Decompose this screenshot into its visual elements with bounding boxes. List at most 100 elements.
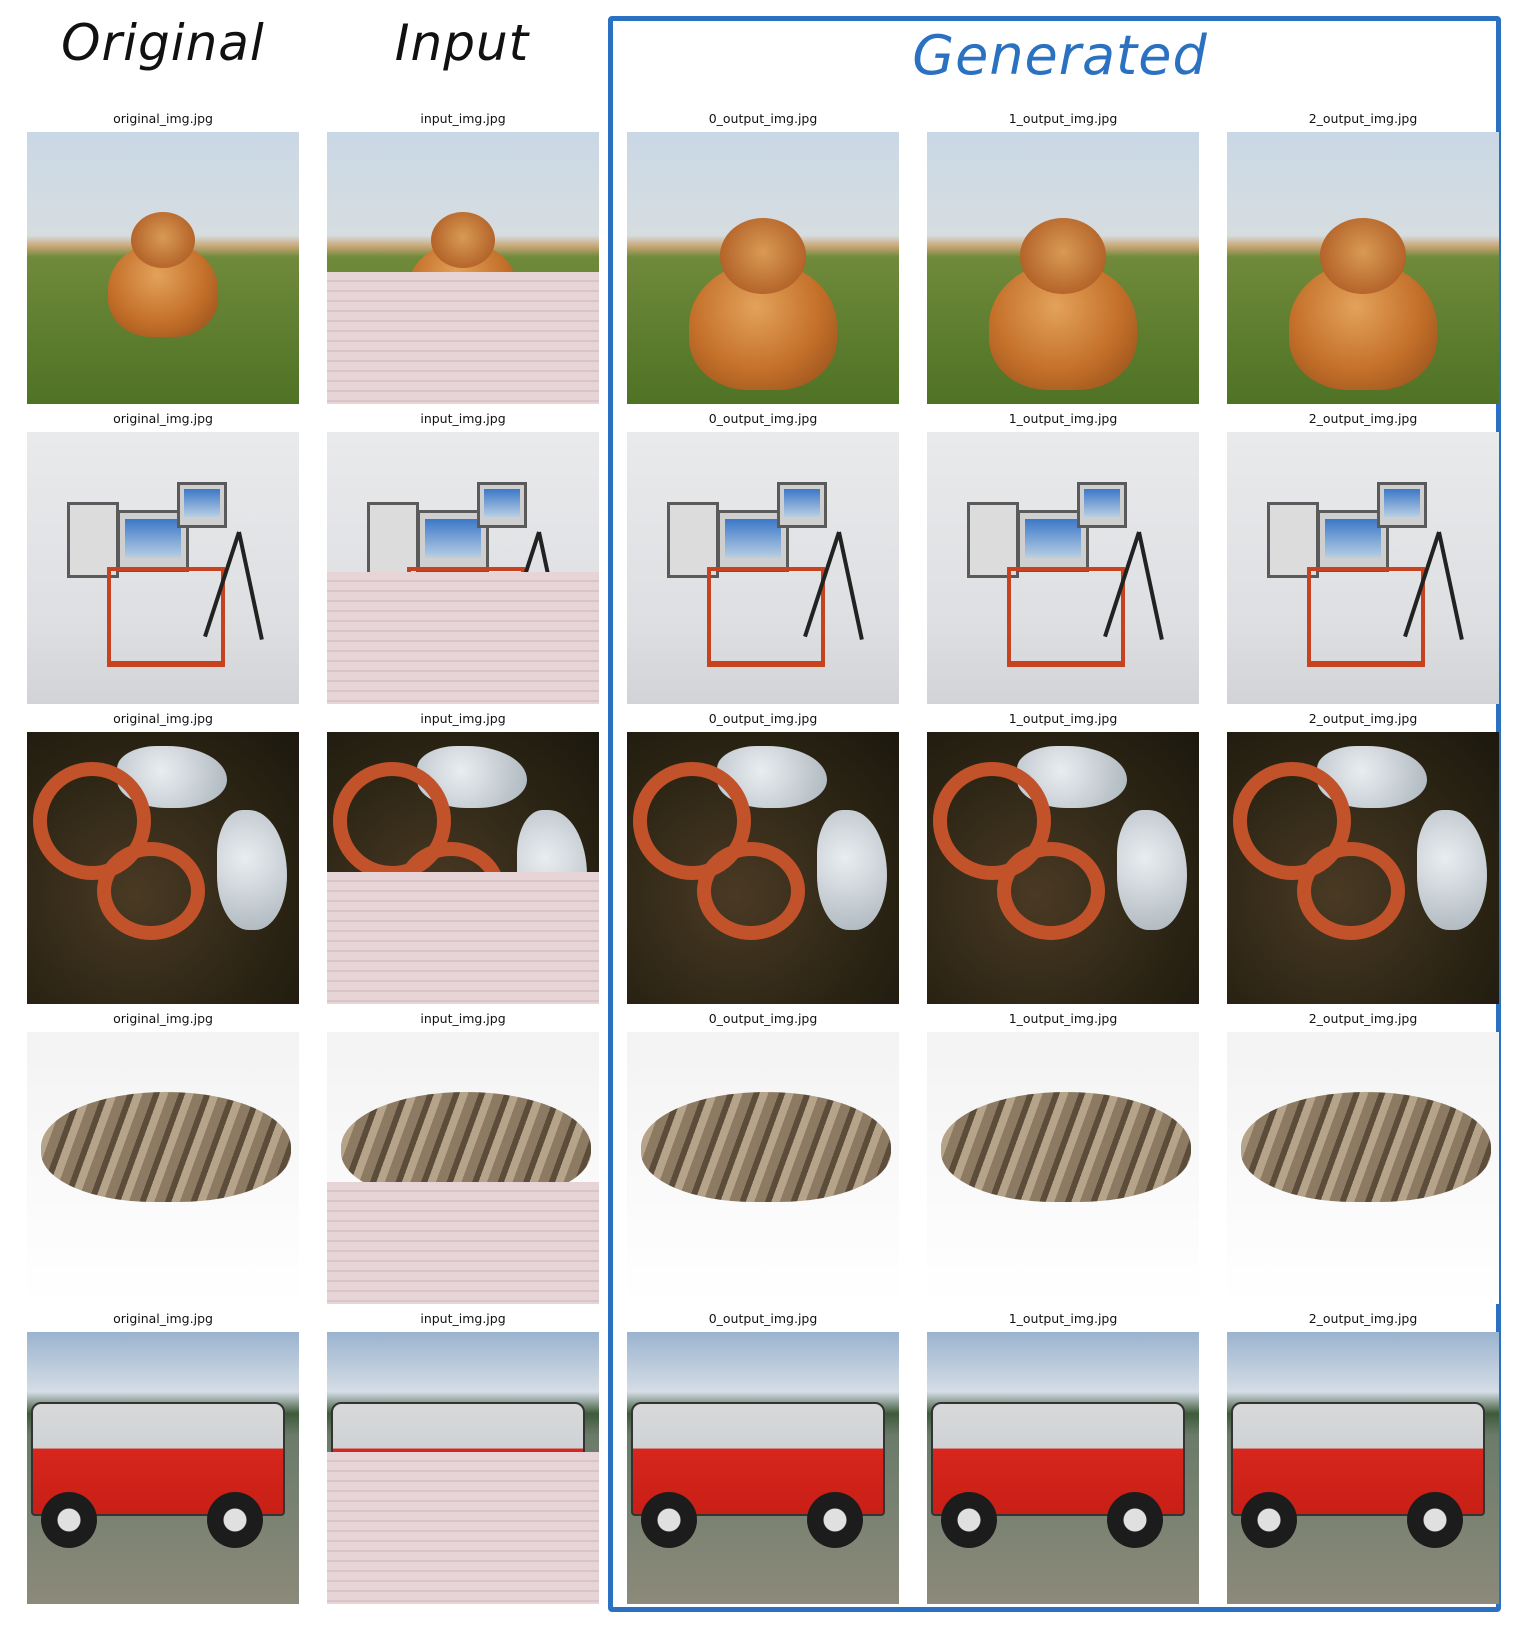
image-caption: original_img.jpg xyxy=(113,1011,213,1026)
image-cell-output-0: 0_output_img.jpg xyxy=(627,1010,899,1304)
worm-coil xyxy=(997,842,1105,940)
worm-image xyxy=(27,732,299,1004)
input-column-header: Input xyxy=(394,14,530,72)
image-cell-original: original_img.jpg xyxy=(27,710,299,1004)
image-cell-input: input_img.jpg xyxy=(327,110,599,404)
image-caption: 1_output_img.jpg xyxy=(1008,1311,1118,1326)
truck-image xyxy=(927,1332,1199,1604)
image-cell-original: original_img.jpg xyxy=(27,1310,299,1604)
cat-image xyxy=(627,1032,899,1304)
image-caption: 1_output_img.jpg xyxy=(1008,111,1118,126)
image-caption: 2_output_img.jpg xyxy=(1308,1011,1418,1026)
crt-monitor xyxy=(1077,482,1127,528)
tripod-leg xyxy=(237,531,264,641)
truck-wheel xyxy=(1407,1492,1463,1548)
crt-monitor xyxy=(777,482,827,528)
truck-image xyxy=(1227,1332,1499,1604)
image-cell-original: original_img.jpg xyxy=(27,410,299,704)
image-caption: 2_output_img.jpg xyxy=(1308,411,1418,426)
image-cell-original: original_img.jpg xyxy=(27,1010,299,1304)
truck-image xyxy=(27,1332,299,1604)
image-caption: original_img.jpg xyxy=(113,711,213,726)
tripod-leg xyxy=(1437,531,1464,641)
cat-body xyxy=(941,1092,1191,1202)
image-caption: 2_output_img.jpg xyxy=(1308,711,1418,726)
image-caption: input_img.jpg xyxy=(420,1011,506,1026)
image-caption: 1_output_img.jpg xyxy=(1008,411,1118,426)
tripod-leg xyxy=(837,531,864,641)
original-column-header: Original xyxy=(61,14,265,72)
tripod-leg xyxy=(1137,531,1164,641)
truck-wheel xyxy=(641,1492,697,1548)
masked-region xyxy=(327,572,599,704)
truck-wheel xyxy=(207,1492,263,1548)
image-cell-input: input_img.jpg xyxy=(327,710,599,1004)
dog-image xyxy=(327,132,599,404)
image-cell-output-0: 0_output_img.jpg xyxy=(627,710,899,1004)
rock xyxy=(1117,810,1187,930)
image-cell-output-1: 1_output_img.jpg xyxy=(927,110,1199,404)
equipment-cart xyxy=(707,567,825,667)
equipment-cart xyxy=(107,567,225,667)
image-cell-output-1: 1_output_img.jpg xyxy=(927,410,1199,704)
cat-image xyxy=(927,1032,1199,1304)
cat-body xyxy=(1241,1092,1491,1202)
crt-monitor xyxy=(1377,482,1427,528)
cat-image xyxy=(1227,1032,1499,1304)
dog-head xyxy=(719,218,807,294)
image-caption: 0_output_img.jpg xyxy=(708,1311,818,1326)
image-cell-original: original_img.jpg xyxy=(27,110,299,404)
dog-image xyxy=(627,132,899,404)
rock xyxy=(1417,810,1487,930)
truck-wheel xyxy=(941,1492,997,1548)
rock xyxy=(817,810,887,930)
truck-wheel xyxy=(1107,1492,1163,1548)
image-cell-input: input_img.jpg xyxy=(327,1010,599,1304)
masked-region xyxy=(327,272,599,404)
worm-image xyxy=(627,732,899,1004)
image-cell-output-1: 1_output_img.jpg xyxy=(927,1310,1199,1604)
image-cell-output-0: 0_output_img.jpg xyxy=(627,110,899,404)
image-caption: 0_output_img.jpg xyxy=(708,711,818,726)
image-caption: input_img.jpg xyxy=(420,711,506,726)
image-cell-output-2: 2_output_img.jpg xyxy=(1227,710,1499,1004)
lab-equipment-image xyxy=(927,432,1199,704)
crt-monitor xyxy=(177,482,227,528)
cat-image xyxy=(327,1032,599,1304)
lab-equipment-image xyxy=(1227,432,1499,704)
image-cell-output-2: 2_output_img.jpg xyxy=(1227,410,1499,704)
image-cell-output-0: 0_output_img.jpg xyxy=(627,410,899,704)
masked-region xyxy=(327,872,599,1004)
generated-column-header: Generated xyxy=(912,24,1208,87)
dog-head xyxy=(1019,218,1107,294)
lab-equipment-image xyxy=(327,432,599,704)
equipment-cart xyxy=(1007,567,1125,667)
image-cell-output-0: 0_output_img.jpg xyxy=(627,1310,899,1604)
truck-image xyxy=(627,1332,899,1604)
image-cell-input: input_img.jpg xyxy=(327,1310,599,1604)
image-caption: 0_output_img.jpg xyxy=(708,1011,818,1026)
lab-equipment-image xyxy=(627,432,899,704)
image-caption: original_img.jpg xyxy=(113,111,213,126)
masked-region xyxy=(327,1452,599,1604)
image-cell-output-1: 1_output_img.jpg xyxy=(927,1010,1199,1304)
worm-image xyxy=(327,732,599,1004)
image-caption: input_img.jpg xyxy=(420,411,506,426)
masked-region xyxy=(327,1182,599,1304)
truck-wheel xyxy=(1241,1492,1297,1548)
image-caption: 2_output_img.jpg xyxy=(1308,1311,1418,1326)
worm-coil xyxy=(97,842,205,940)
image-cell-output-2: 2_output_img.jpg xyxy=(1227,1310,1499,1604)
worm-coil xyxy=(697,842,805,940)
crt-monitor xyxy=(477,482,527,528)
equipment-cart xyxy=(1307,567,1425,667)
dog-head xyxy=(431,212,495,268)
image-caption: 0_output_img.jpg xyxy=(708,111,818,126)
dog-head xyxy=(131,212,195,268)
cat-body xyxy=(641,1092,891,1202)
worm-coil xyxy=(1297,842,1405,940)
truck-image xyxy=(327,1332,599,1604)
image-cell-output-2: 2_output_img.jpg xyxy=(1227,1010,1499,1304)
lab-equipment-image xyxy=(27,432,299,704)
rock xyxy=(217,810,287,930)
